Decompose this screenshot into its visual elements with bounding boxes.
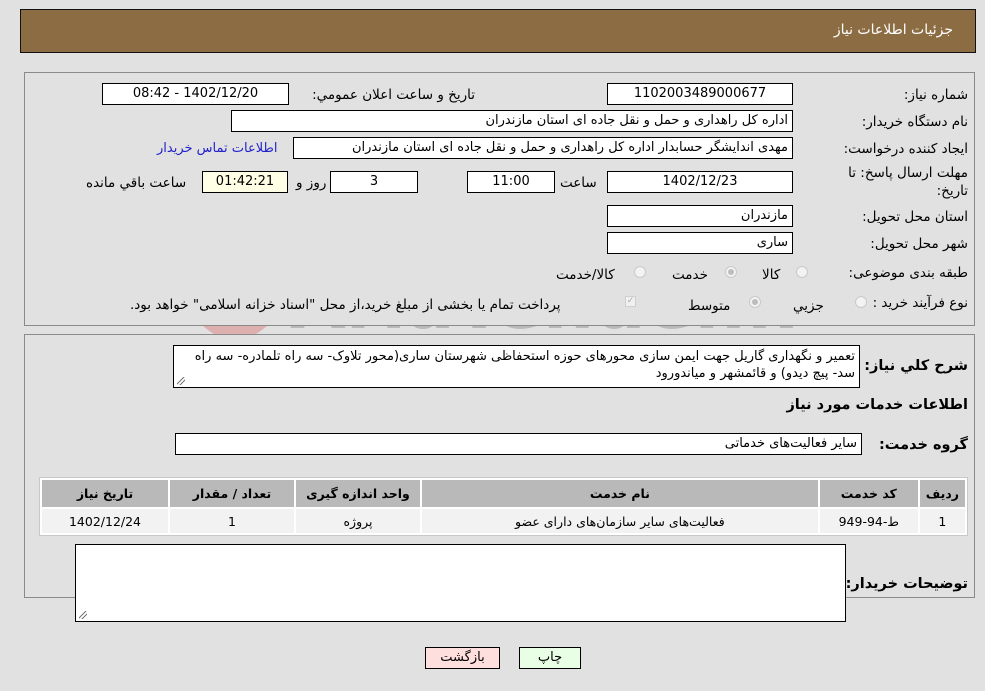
description-label: شرح کلي نیاز: bbox=[864, 358, 968, 374]
deadline-time-field: 11:00 bbox=[467, 171, 555, 193]
announce-date-label: تاریخ و ساعت اعلان عمومي: bbox=[312, 87, 475, 103]
category-goods-service-label: کالا/خدمت bbox=[556, 267, 615, 283]
category-goods-label: کالا bbox=[762, 267, 781, 283]
col-service-name: نام خدمت bbox=[422, 480, 818, 507]
need-number-field: 1102003489000677 bbox=[607, 83, 793, 105]
col-service-code: کد خدمت bbox=[819, 480, 918, 507]
category-label: طبقه بندی موضوعی: bbox=[848, 265, 968, 281]
buyer-org-field: اداره کل راهداری و حمل و نقل جاده ای است… bbox=[231, 110, 793, 132]
print-button[interactable]: چاپ bbox=[519, 647, 581, 669]
service-group-label: گروه خدمت: bbox=[878, 437, 968, 453]
buyer-notes-label: توضیحات خریدار: bbox=[845, 576, 968, 592]
col-quantity: تعداد / مقدار bbox=[170, 480, 294, 507]
remaining-days-field: 3 bbox=[330, 171, 418, 193]
cell-row-number: 1 bbox=[919, 509, 965, 533]
resize-grip-icon[interactable] bbox=[177, 377, 185, 385]
announce-date-field: 1402/12/20 - 08:42 bbox=[102, 83, 289, 105]
cell-quantity: 1 bbox=[170, 509, 294, 533]
service-group-field: سایر فعالیت‌های خدماتی bbox=[175, 433, 862, 455]
table-row: 1 ط-94-949 فعالیت‌های سایر سازمان‌های دا… bbox=[42, 509, 965, 533]
treasury-checkbox[interactable]: ✓ bbox=[625, 296, 636, 307]
deadline-date-field: 1402/12/23 bbox=[607, 171, 793, 193]
category-service-radio[interactable] bbox=[725, 266, 737, 278]
deadline-label: مهلت ارسال پاسخ: تا تاریخ: bbox=[848, 165, 968, 199]
cell-service-name: فعالیت‌های سایر سازمان‌های دارای عضو bbox=[422, 509, 818, 533]
days-label: روز و bbox=[296, 175, 327, 191]
back-button[interactable]: بازگشت bbox=[425, 647, 500, 669]
resize-grip-icon[interactable] bbox=[79, 611, 87, 619]
remaining-time-field: 01:42:21 bbox=[202, 171, 288, 193]
services-section-title: اطلاعات خدمات مورد نیاز bbox=[786, 397, 968, 413]
creator-field: مهدی اندایشگر حسابدار اداره کل راهداری و… bbox=[293, 137, 793, 159]
city-label: شهر محل تحویل: bbox=[870, 236, 968, 252]
category-service-label: خدمت bbox=[672, 267, 708, 283]
cell-need-date: 1402/12/24 bbox=[42, 509, 168, 533]
province-field: مازندران bbox=[607, 205, 793, 227]
page-header: جزئیات اطلاعات نیاز bbox=[20, 9, 976, 53]
col-unit: واحد اندازه گیری bbox=[296, 480, 420, 507]
col-row-number: ردیف bbox=[919, 480, 965, 507]
buyer-notes-textarea[interactable] bbox=[75, 544, 846, 622]
deadline-time-label: ساعت bbox=[560, 175, 597, 191]
process-medium-label: متوسط bbox=[688, 298, 731, 314]
description-textarea[interactable]: تعمیر و نگهداری گاریل جهت ایمن سازی محور… bbox=[173, 345, 860, 388]
table-header-row: ردیف کد خدمت نام خدمت واحد اندازه گیری ت… bbox=[42, 480, 965, 507]
need-number-label: شماره نیاز: bbox=[903, 87, 968, 103]
treasury-note: پرداخت تمام یا بخشی از مبلغ خرید،از محل … bbox=[130, 297, 561, 313]
category-goods-radio[interactable] bbox=[796, 266, 808, 278]
creator-label: ایجاد کننده درخواست: bbox=[843, 141, 968, 157]
cell-service-code: ط-94-949 bbox=[819, 509, 918, 533]
city-field: ساری bbox=[607, 232, 793, 254]
remaining-time-label: ساعت باقي مانده bbox=[86, 175, 187, 191]
process-type-label: نوع فرآیند خرید : bbox=[872, 295, 968, 311]
category-goods-service-radio[interactable] bbox=[634, 266, 646, 278]
buyer-contact-link[interactable]: اطلاعات تماس خریدار bbox=[157, 141, 277, 156]
process-medium-radio[interactable] bbox=[749, 296, 761, 308]
cell-unit: پروژه bbox=[296, 509, 420, 533]
process-minor-radio[interactable] bbox=[855, 296, 867, 308]
process-minor-label: جزيي bbox=[793, 298, 824, 314]
services-table: ردیف کد خدمت نام خدمت واحد اندازه گیری ت… bbox=[39, 477, 968, 536]
description-text: تعمیر و نگهداری گاریل جهت ایمن سازی محور… bbox=[194, 349, 855, 381]
buyer-org-label: نام دستگاه خریدار: bbox=[861, 114, 968, 130]
province-label: استان محل تحویل: bbox=[862, 209, 968, 225]
col-need-date: تاریخ نیاز bbox=[42, 480, 168, 507]
page-title: جزئیات اطلاعات نیاز bbox=[833, 22, 953, 38]
